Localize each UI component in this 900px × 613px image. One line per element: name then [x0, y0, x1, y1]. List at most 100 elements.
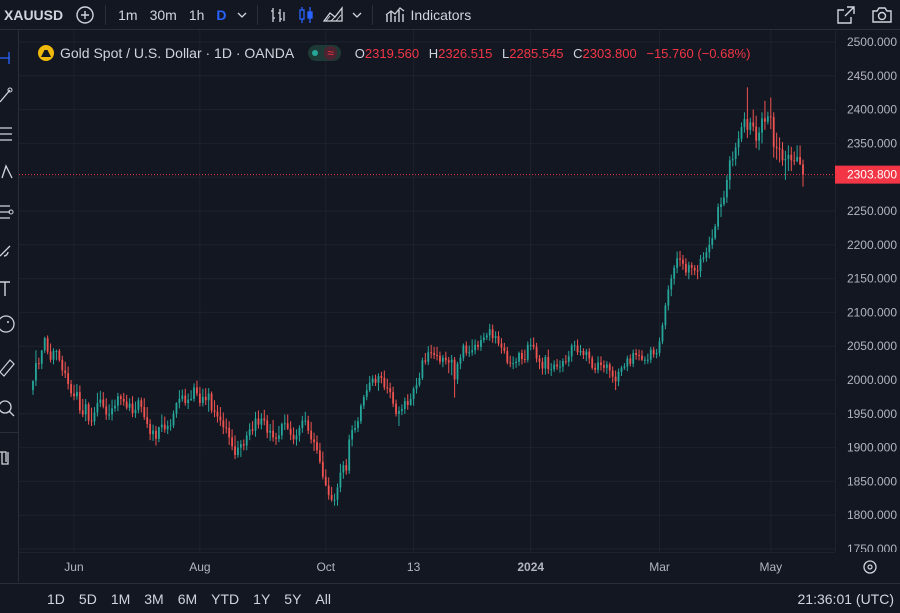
candle-body	[196, 387, 198, 393]
candle	[688, 262, 690, 280]
candle-body	[135, 410, 137, 413]
candle-body	[146, 417, 148, 424]
plus-circle-icon	[75, 5, 95, 25]
candle	[588, 348, 590, 364]
candles-chart-type-button[interactable]	[292, 0, 320, 29]
candle-body	[708, 245, 710, 252]
price-tick-label: 1950.000	[847, 407, 897, 421]
price-tick-label: 2000.000	[847, 373, 897, 387]
utc-clock[interactable]: 21:36:01 (UTC)	[798, 591, 894, 607]
candle-body	[208, 394, 210, 401]
interval-d[interactable]: D	[210, 0, 232, 29]
candle	[284, 414, 286, 430]
bar-chart-type-button[interactable]	[264, 0, 292, 29]
range-1y[interactable]: 1Y	[246, 591, 277, 607]
high-value: 2326.515	[438, 46, 492, 61]
candle	[196, 381, 198, 397]
range-1d[interactable]: 1D	[40, 591, 72, 607]
range-1m[interactable]: 1M	[104, 591, 137, 607]
candle-body	[623, 366, 625, 367]
area-chart-type-button[interactable]	[320, 0, 348, 29]
fullscreen-button[interactable]	[828, 0, 864, 29]
zoom-tool[interactable]	[0, 396, 18, 420]
candle-body	[585, 352, 587, 355]
interval-30m[interactable]: 30m	[144, 0, 183, 29]
chevron-down-icon	[237, 12, 247, 18]
candle	[427, 346, 429, 365]
candle-body	[606, 364, 608, 367]
time-axis[interactable]: JunAugOct132024MarMay	[19, 552, 900, 582]
candle-body	[644, 360, 646, 361]
crosshair-tool[interactable]	[0, 46, 18, 70]
range-all[interactable]: All	[308, 591, 338, 607]
compare-add-button[interactable]	[71, 0, 99, 29]
candle	[606, 361, 608, 374]
projection-tool[interactable]	[0, 200, 18, 224]
candle-body	[357, 421, 359, 428]
candle-body	[430, 352, 432, 353]
chart-type-dropdown[interactable]	[348, 0, 366, 29]
interval-1h[interactable]: 1h	[183, 0, 211, 29]
candle-body	[91, 421, 93, 422]
indicators-button[interactable]: Indicators	[379, 0, 478, 29]
market-status-pill[interactable]: ≈	[308, 45, 341, 61]
candle	[790, 147, 792, 171]
candle	[571, 343, 573, 361]
range-5d[interactable]: 5D	[72, 591, 104, 607]
magnet-icon	[0, 446, 18, 470]
text-tool[interactable]	[0, 276, 18, 300]
open-value: 2319.560	[365, 46, 419, 61]
candle-body	[433, 353, 435, 355]
interval-dropdown[interactable]	[233, 0, 251, 29]
range-ytd[interactable]: YTD	[204, 591, 246, 607]
candle	[369, 376, 371, 392]
camera-icon	[871, 5, 893, 25]
candle-body	[389, 388, 391, 392]
candle	[419, 373, 421, 387]
ruler-tool[interactable]	[0, 354, 18, 378]
fib-tool[interactable]	[0, 122, 18, 146]
time-tick-label: 2024	[517, 560, 544, 574]
symbol-search[interactable]: XAUUSD	[0, 0, 71, 29]
trend-line-tool[interactable]	[0, 82, 18, 106]
candle-body	[152, 431, 154, 434]
candle-body	[635, 353, 637, 355]
candle	[785, 151, 787, 180]
range-5y[interactable]: 5Y	[277, 591, 308, 607]
candle-body	[785, 159, 787, 160]
candle	[603, 360, 605, 372]
candle	[293, 427, 295, 444]
magnet-tool[interactable]	[0, 446, 18, 470]
candle-body	[132, 404, 134, 413]
candle-body	[735, 147, 737, 158]
candle-body	[556, 364, 558, 366]
interval-1m[interactable]: 1m	[112, 0, 143, 29]
candle-body	[550, 369, 552, 370]
price-chart[interactable]	[19, 30, 835, 552]
candle	[193, 383, 195, 401]
legend-title[interactable]: Gold Spot / U.S. Dollar · 1D · OANDA	[60, 45, 294, 61]
snapshot-button[interactable]	[864, 0, 900, 29]
candle	[176, 402, 178, 418]
candle	[621, 366, 623, 376]
candles	[32, 87, 804, 505]
candle-body	[102, 400, 104, 407]
candle-body	[234, 446, 236, 455]
axis-settings-button[interactable]	[864, 561, 876, 573]
candle-body	[439, 356, 441, 362]
pattern-tool[interactable]	[0, 160, 18, 184]
range-6m[interactable]: 6M	[171, 591, 204, 607]
candle-body	[383, 378, 385, 387]
time-tick-label: Aug	[189, 560, 210, 574]
price-axis[interactable]: 1750.0001800.0001850.0001900.0001950.000…	[835, 30, 900, 552]
candle	[562, 358, 564, 372]
candle	[445, 352, 447, 365]
candle	[319, 443, 321, 464]
candle-body	[252, 429, 254, 430]
candle-body	[375, 379, 377, 383]
range-3m[interactable]: 3M	[137, 591, 170, 607]
brush-tool[interactable]	[0, 238, 18, 262]
candle-body	[67, 373, 69, 384]
candle-body	[167, 426, 169, 429]
emoji-tool[interactable]	[0, 312, 18, 336]
